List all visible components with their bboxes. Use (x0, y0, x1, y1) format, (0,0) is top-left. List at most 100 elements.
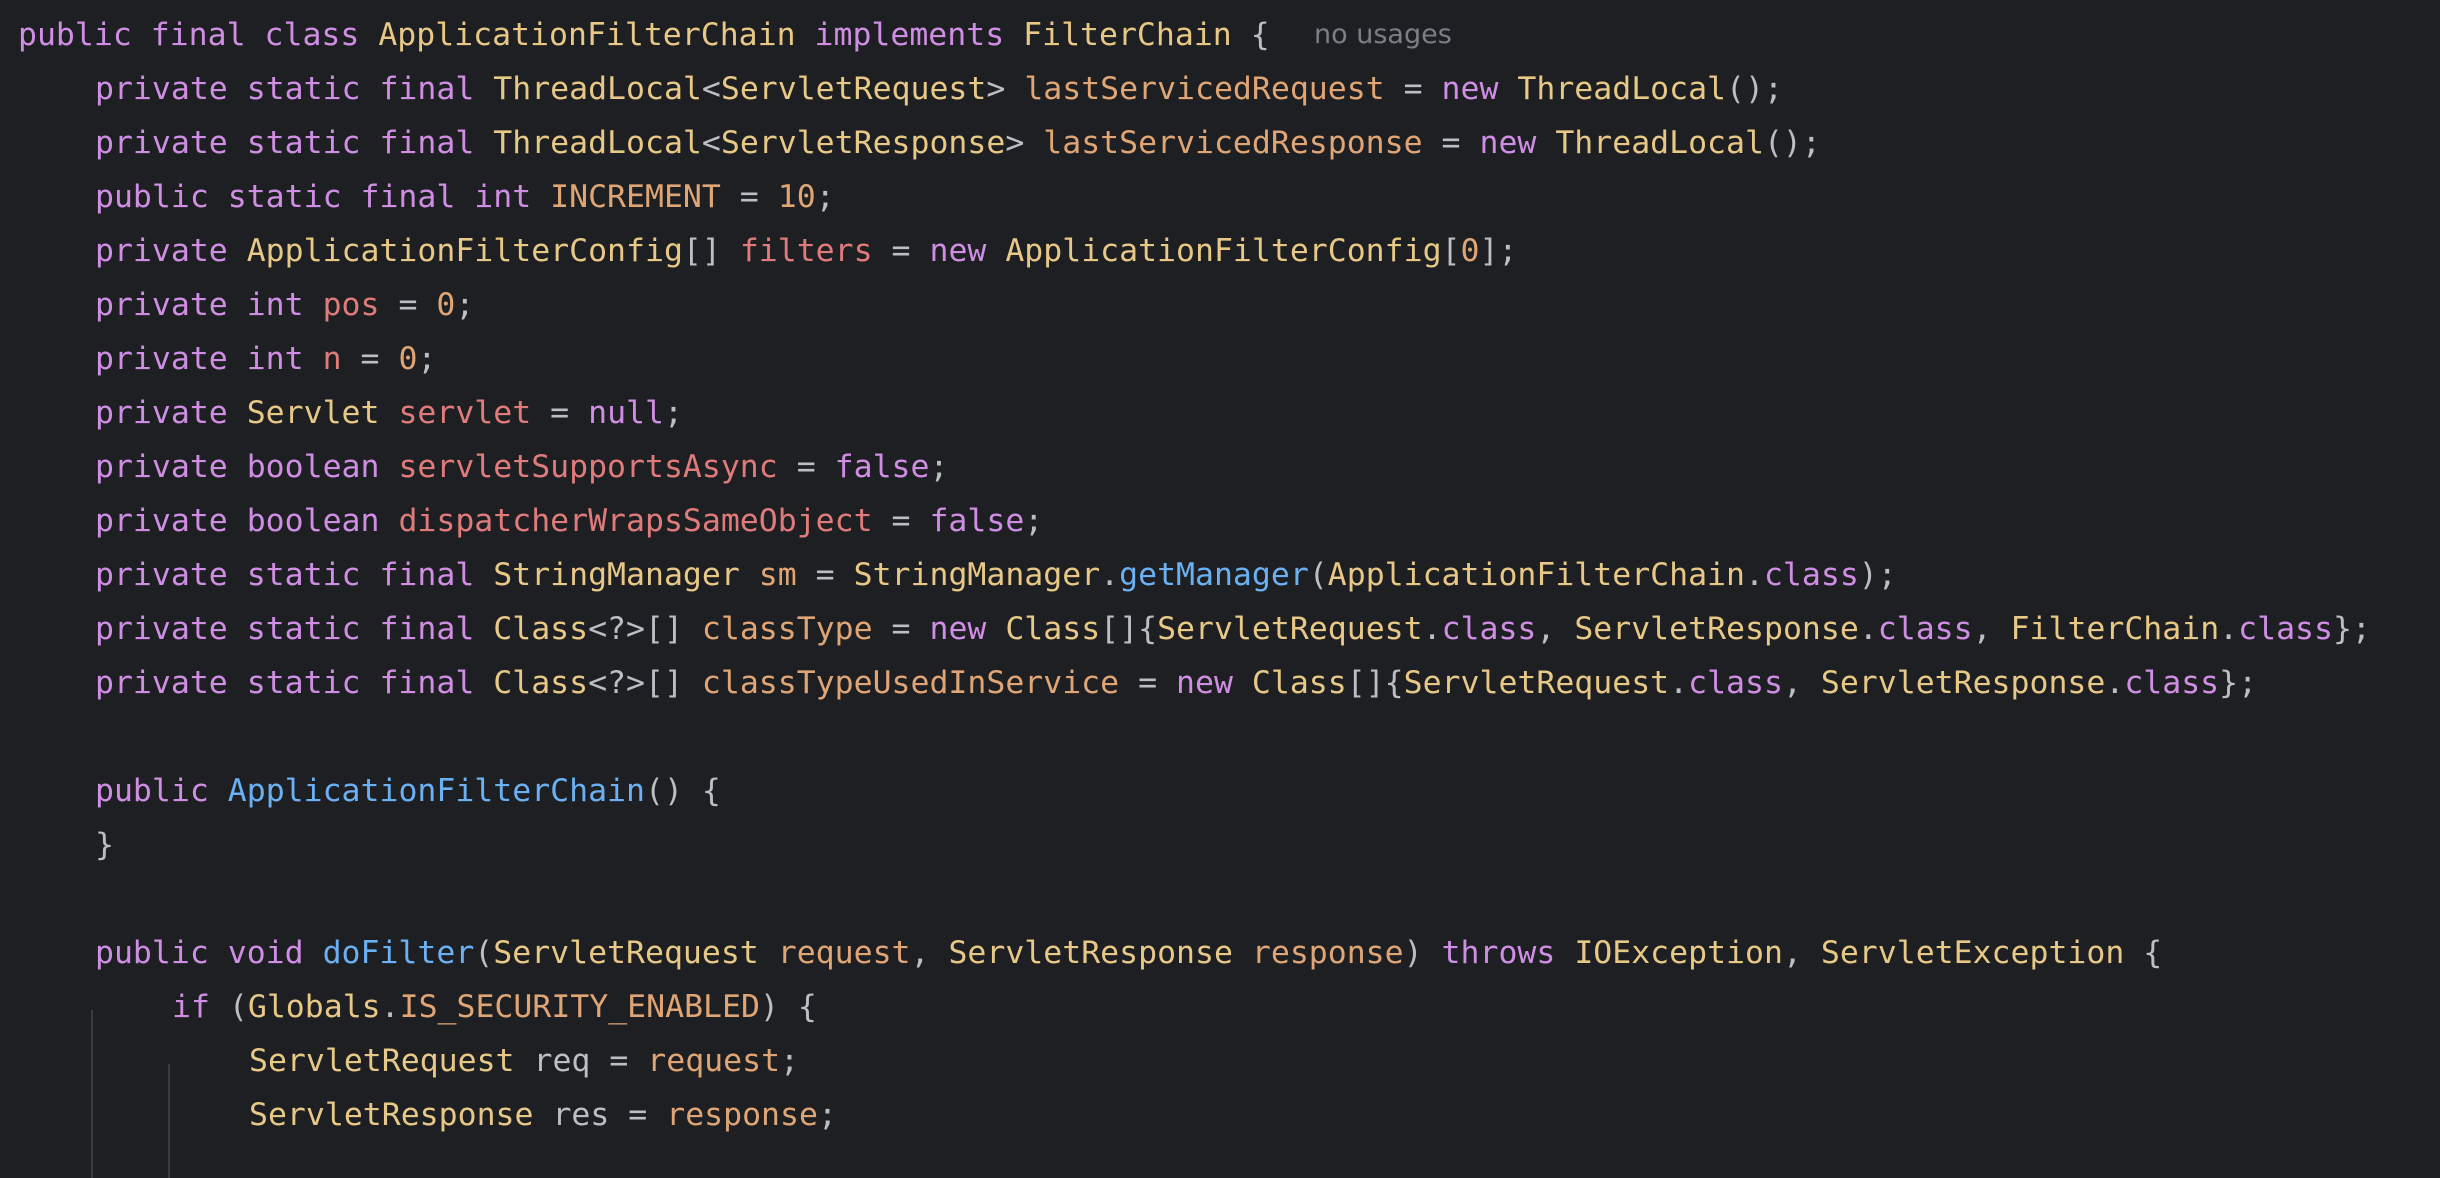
code-line-9[interactable]: private boolean servletSupportsAsync = f… (95, 440, 948, 494)
code-line-21[interactable]: ServletResponse res = response; (249, 1088, 837, 1142)
code-token: pos (322, 287, 380, 323)
code-token: () { (645, 773, 721, 809)
code-token: Class (493, 665, 589, 701)
code-line-3[interactable]: private static final ThreadLocal<Servlet… (95, 116, 1821, 170)
code-token: ; (1024, 503, 1044, 539)
code-token: StringManager (853, 557, 1101, 593)
code-token: class (1877, 611, 1973, 647)
code-token: }; (2219, 665, 2258, 701)
code-token: private boolean (95, 449, 399, 485)
code-token: 0 (398, 341, 418, 377)
code-line-8[interactable]: private Servlet servlet = null; (95, 386, 683, 440)
code-token: > (986, 71, 1025, 107)
code-token: Globals (247, 989, 381, 1025)
code-line-13[interactable]: private static final Class<?>[] classTyp… (95, 656, 2257, 710)
code-token: ); (1858, 557, 1897, 593)
code-token: public void (95, 935, 323, 971)
code-token: sm (758, 557, 797, 593)
code-token: = (379, 287, 437, 323)
code-token: IOException (1574, 935, 1783, 971)
code-token: null (588, 395, 664, 431)
code-token: ]; (1479, 233, 1518, 269)
code-token: ServletRequest (1403, 665, 1670, 701)
code-line-15[interactable]: public ApplicationFilterChain() { (95, 764, 721, 818)
code-token: StringManager (493, 557, 759, 593)
code-token: . (2219, 611, 2239, 647)
code-token: = (341, 341, 399, 377)
indent-guide-if-block (168, 1064, 170, 1178)
code-token: new (929, 611, 1006, 647)
code-token: { (2143, 935, 2163, 971)
code-token: class (1763, 557, 1859, 593)
code-token: ; (417, 341, 437, 377)
code-token: filters (739, 233, 873, 269)
code-editor[interactable]: no usages public final class Application… (0, 0, 2440, 1178)
code-token: = (1119, 665, 1177, 701)
code-token: . (2105, 665, 2125, 701)
code-token: ServletRequest (1157, 611, 1423, 647)
code-token: private (95, 395, 247, 431)
code-line-18[interactable]: public void doFilter(ServletRequest requ… (95, 926, 2162, 980)
code-token: . (1100, 557, 1120, 593)
code-token: public static final int (95, 179, 551, 215)
code-line-7[interactable]: private int n = 0; (95, 332, 436, 386)
code-token: private static final (95, 125, 494, 161)
code-token: ServletResponse (720, 125, 1006, 161)
code-token: private static final (95, 71, 494, 107)
code-token: servletSupportsAsync (398, 449, 778, 485)
code-line-1[interactable]: public final class ApplicationFilterChai… (18, 8, 1308, 62)
inlay-hint-no-usages[interactable]: no usages (1314, 8, 1452, 62)
code-token: new (1176, 665, 1252, 701)
code-token: request (777, 935, 911, 971)
code-token: private static final (95, 557, 494, 593)
code-line-19[interactable]: if (Globals.IS_SECURITY_ENABLED) { (172, 980, 817, 1034)
code-line-16[interactable]: } (95, 818, 114, 872)
code-token: ( (228, 989, 248, 1025)
code-token: false (929, 503, 1025, 539)
code-line-20[interactable]: ServletRequest req = request; (249, 1034, 799, 1088)
code-token: = (531, 395, 589, 431)
code-token: private (95, 233, 247, 269)
code-token: ( (1308, 557, 1328, 593)
code-token: Class (493, 611, 589, 647)
code-token: ThreadLocal (1555, 125, 1764, 161)
code-token: ThreadLocal (1517, 71, 1727, 107)
code-token: new (929, 233, 1006, 269)
code-token: implements (814, 17, 1024, 53)
code-token: { (1250, 17, 1308, 53)
code-token: n (322, 341, 342, 377)
code-token: = (1384, 71, 1442, 107)
code-token: new (1441, 71, 1518, 107)
code-token: ; (663, 395, 683, 431)
code-token: ServletRequest (720, 71, 987, 107)
code-token: . (380, 989, 400, 1025)
code-token: = (777, 449, 835, 485)
code-token: lastServicedRequest (1024, 71, 1385, 107)
code-line-4[interactable]: public static final int INCREMENT = 10; (95, 170, 835, 224)
code-token: if (172, 989, 229, 1025)
code-token: private int (95, 287, 323, 323)
code-token: ; (780, 1043, 800, 1079)
code-token: = (720, 179, 778, 215)
code-token: request (647, 1043, 781, 1079)
code-token: . (1422, 611, 1442, 647)
code-token: , (910, 935, 949, 971)
code-token: ServletException (1820, 935, 2144, 971)
code-line-6[interactable]: private int pos = 0; (95, 278, 474, 332)
code-token: } (95, 827, 114, 863)
code-token: 10 (777, 179, 816, 215)
code-token: ApplicationFilterChain (227, 773, 645, 809)
code-token: ThreadLocal (493, 125, 702, 161)
code-token: = (872, 503, 930, 539)
code-token: = (872, 233, 930, 269)
code-token: < (701, 125, 721, 161)
code-line-5[interactable]: private ApplicationFilterConfig[] filter… (95, 224, 1517, 278)
code-line-12[interactable]: private static final Class<?>[] classTyp… (95, 602, 2371, 656)
code-line-11[interactable]: private static final StringManager sm = … (95, 548, 1897, 602)
code-token: throws (1441, 935, 1575, 971)
code-token: ; (929, 449, 949, 485)
code-token: = (872, 611, 930, 647)
code-line-10[interactable]: private boolean dispatcherWrapsSameObjec… (95, 494, 1043, 548)
code-line-2[interactable]: private static final ThreadLocal<Servlet… (95, 62, 1783, 116)
code-token: FilterChain (1023, 17, 1251, 53)
